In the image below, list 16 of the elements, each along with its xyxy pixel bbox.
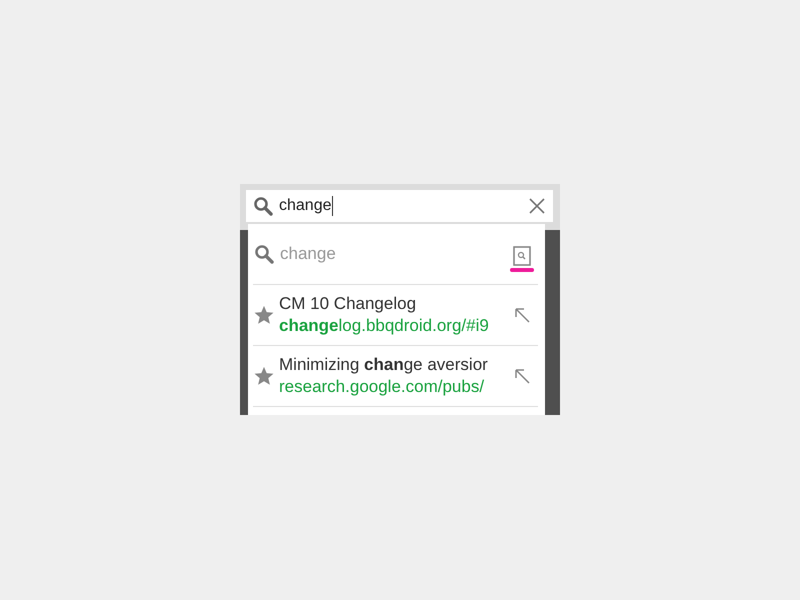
bookmark-title: CM 10 Changelog xyxy=(279,294,418,314)
bookmark-title: Minimizing change aversior xyxy=(279,355,489,375)
arrow-icon[interactable] xyxy=(514,307,530,323)
suggestion-item[interactable]: CM 10 Changelog changelog.bbqdroid.org/#i9 xyxy=(253,285,538,346)
arrow-icon[interactable] xyxy=(514,368,530,384)
suggestion-item[interactable]: Minimizing change aversior research.google.com/pubs/ xyxy=(253,346,538,407)
search-field[interactable]: change xyxy=(246,190,553,222)
page-search-icon[interactable] xyxy=(509,246,535,272)
search-icon xyxy=(254,244,274,264)
close-icon[interactable] xyxy=(529,198,545,214)
bookmark-url: research.google.com/pubs/ xyxy=(279,377,486,397)
bookmark-url: changelog.bbqdroid.org/#i9 xyxy=(279,316,490,336)
star-icon xyxy=(253,304,275,326)
search-icon xyxy=(253,196,273,216)
star-icon xyxy=(253,365,275,387)
suggestion-text: change xyxy=(280,244,336,264)
